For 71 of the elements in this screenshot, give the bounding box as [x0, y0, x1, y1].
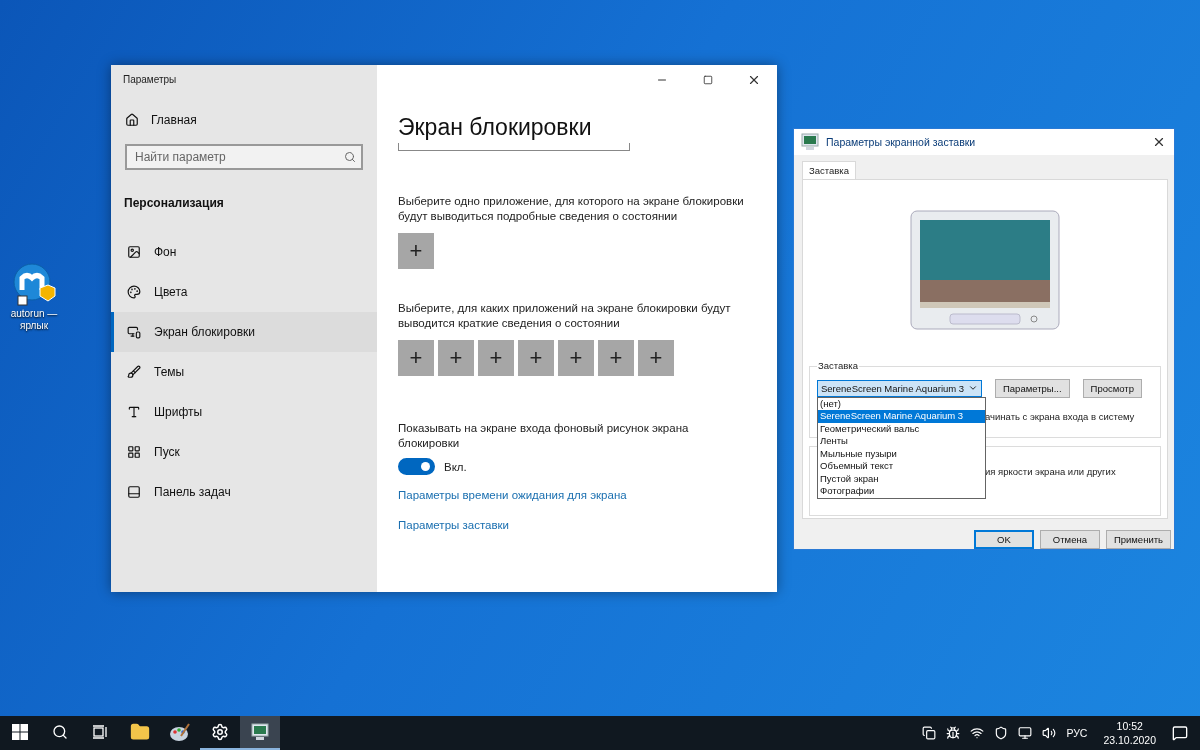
search-field[interactable]: Найти параметр — [125, 144, 363, 170]
nav-icon — [127, 285, 141, 299]
nav-item[interactable]: Панель задач — [111, 472, 377, 512]
notifications-icon[interactable] — [1172, 725, 1188, 741]
add-app-button[interactable]: + — [478, 340, 514, 376]
home-icon — [125, 113, 139, 127]
quick-status-text: Выберите, для каких приложений на экране блокировки будут выводится краткие сведения о состоянии — [398, 301, 732, 331]
desktop-icon-label: autorun — ярлык — [10, 308, 58, 332]
add-app-button[interactable]: + — [558, 340, 594, 376]
add-app-button[interactable]: + — [398, 233, 434, 269]
dialog-button[interactable]: Просмотр — [1082, 378, 1142, 398]
folder-icon — [130, 722, 150, 742]
palette-brush-icon — [169, 722, 191, 742]
monitor-icon — [800, 131, 820, 152]
network-monitor-icon[interactable] — [1018, 726, 1033, 740]
search-icon — [52, 724, 68, 740]
nav-item[interactable]: Темы — [111, 352, 377, 392]
nav-item[interactable]: Пуск — [111, 432, 377, 472]
section-heading: Персонализация — [124, 196, 225, 210]
copy-icon[interactable] — [922, 726, 937, 740]
nav-item[interactable]: Экран блокировки — [111, 312, 377, 352]
clock-time[interactable]: 10:52 — [1116, 720, 1143, 732]
monitor-icon — [250, 722, 270, 742]
toggle-switch[interactable] — [398, 458, 435, 475]
wifi-icon[interactable] — [970, 726, 985, 740]
nav-icon — [127, 365, 141, 379]
screensaver-settings-link[interactable]: Параметры заставки — [398, 519, 777, 531]
add-app-button[interactable]: + — [638, 340, 674, 376]
dialog-button[interactable]: Отмена — [1039, 530, 1100, 549]
nav-item[interactable]: Цвета — [111, 272, 377, 312]
nav-icon — [127, 405, 141, 419]
add-app-button[interactable]: + — [438, 340, 474, 376]
bug-icon[interactable] — [946, 726, 961, 740]
dialog-button[interactable]: Применить — [1105, 530, 1171, 549]
app-shortcut-icon[interactable] — [12, 262, 56, 306]
nav-icon — [127, 245, 141, 259]
maximize-icon — [703, 75, 713, 85]
volume-icon[interactable] — [1042, 726, 1057, 740]
add-app-button[interactable]: + — [398, 340, 434, 376]
tab[interactable]: Заставка — [802, 160, 856, 179]
dropdown-option[interactable]: SereneScreen Marine Aquarium 3 — [818, 410, 985, 423]
taskbar-app[interactable] — [240, 716, 280, 750]
close-icon — [747, 73, 761, 87]
toggle-label: Вкл. — [444, 460, 467, 473]
add-app-button[interactable]: + — [598, 340, 634, 376]
window-title: Параметры — [123, 74, 178, 85]
windows-logo-icon — [12, 724, 28, 740]
settings-icon — [211, 723, 229, 741]
dropdown-field[interactable] — [398, 143, 630, 151]
checkbox-label: ачинать с экрана входа в систему — [985, 410, 1135, 422]
detailed-status-text: Выберите одно приложение, для которого на экране блокировки будут выводиться подробные сведения о состоянии — [398, 194, 745, 224]
dialog-button[interactable]: OK — [973, 530, 1034, 549]
task-view-icon — [92, 724, 108, 740]
home-link[interactable]: Главная — [151, 113, 197, 127]
clock-date[interactable]: 23.10.2020 — [1103, 734, 1156, 746]
language-indicator[interactable]: РУС — [1066, 727, 1088, 739]
nav-item[interactable]: Фон — [111, 232, 377, 272]
page-heading: Экран блокировки — [398, 114, 593, 141]
nav-icon — [127, 445, 141, 459]
nav-icon — [127, 485, 141, 499]
search-icon — [344, 151, 356, 163]
screensaver-dropdown[interactable]: SereneScreen Marine Aquarium 3 — [817, 379, 982, 397]
dialog-title: Параметры экранной заставки — [826, 135, 977, 148]
dialog-button[interactable]: Параметры... — [995, 378, 1070, 398]
shield-icon[interactable] — [994, 726, 1009, 740]
timeout-settings-link[interactable]: Параметры времени ожидания для экрана — [398, 489, 777, 501]
nav-item[interactable]: Шрифты — [111, 392, 377, 432]
nav-icon — [127, 325, 141, 339]
power-description: ия яркости экрана или других — [985, 465, 1116, 477]
toggle-description: Показывать на экране входа фоновый рисунок экрана блокировки — [398, 421, 690, 451]
add-app-button[interactable]: + — [518, 340, 554, 376]
